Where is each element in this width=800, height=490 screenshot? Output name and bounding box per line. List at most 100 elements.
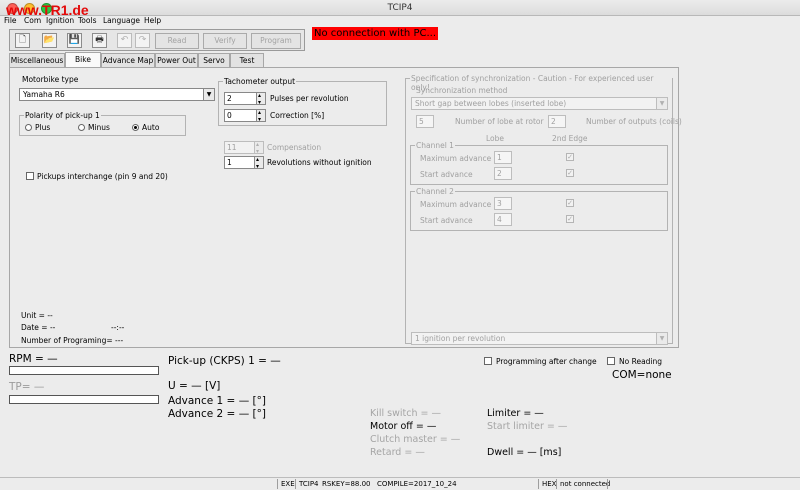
tab-bike[interactable]: Bike: [65, 52, 101, 67]
status-bar: EXE TCIP4 RSKEY=88.00 COMPILE=2017_10_24…: [0, 477, 800, 490]
verify-button[interactable]: Verify: [203, 33, 247, 49]
programming-after-change-checkbox[interactable]: [484, 357, 492, 365]
compensation-label: Compensation: [267, 143, 322, 152]
channel2-group: Channel 2 Maximum advance 3 ✓ Start adva…: [410, 187, 668, 231]
open-folder-icon[interactable]: 📂: [42, 33, 57, 48]
synchronization-group: Specification of synchronization - Cauti…: [405, 74, 682, 345]
save-disk-icon[interactable]: 💾: [67, 33, 82, 48]
menu-tools[interactable]: Tools: [78, 16, 96, 26]
sync-method-value: Short gap between lobes (inserted lobe): [415, 99, 567, 108]
sync-method-select[interactable]: Short gap between lobes (inserted lobe) …: [411, 97, 668, 110]
spinner-arrows-icon[interactable]: [256, 107, 265, 125]
channel2-label: Channel 2: [415, 187, 455, 196]
channel1-max-label: Maximum advance: [420, 154, 492, 163]
no-reading-label: No Reading: [619, 357, 663, 366]
pickups-interchange-checkbox[interactable]: [26, 172, 34, 180]
printer-icon[interactable]: 🖶: [92, 33, 107, 48]
polarity-minus-label: Minus: [88, 123, 110, 132]
lobe-at-rotor-field[interactable]: 5: [416, 115, 434, 128]
time-label: --:--: [111, 323, 125, 332]
ignition-per-revolution-value: 1 ignition per revolution: [415, 334, 506, 343]
polarity-minus-radio[interactable]: [78, 124, 85, 131]
channel1-group: Channel 1 Maximum advance 1 ✓ Start adva…: [410, 141, 668, 185]
channel1-max-2nd-edge-checkbox[interactable]: ✓: [566, 153, 574, 161]
ignition-per-revolution-select[interactable]: 1 ignition per revolution ▼: [411, 332, 668, 345]
menu-help[interactable]: Help: [144, 16, 161, 26]
channel1-label: Channel 1: [415, 141, 455, 150]
revolutions-spinner[interactable]: 1: [224, 154, 264, 172]
new-document-icon[interactable]: 🗋: [15, 33, 30, 48]
polarity-group: Polarity of pick-up 1 Plus Minus Auto: [19, 111, 186, 136]
bike-panel: Motorbike type Yamaha R6 ▼ Polarity of p…: [9, 67, 682, 348]
tab-servo[interactable]: Servo: [198, 53, 230, 67]
status-separator: [295, 479, 296, 489]
status-separator: [538, 479, 539, 489]
menu-bar: File Com Ignition Tools Language Help: [0, 16, 800, 26]
outputs-label: Number of outputs (coils): [586, 117, 682, 126]
chevron-down-icon: ▼: [203, 89, 214, 100]
second-edge-column-header: 2nd Edge: [552, 134, 588, 143]
compensation-spinner[interactable]: 11: [224, 139, 264, 157]
status-separator: [277, 479, 278, 489]
tab-advance-map[interactable]: Advance Map: [101, 53, 155, 67]
chevron-down-icon: ▼: [656, 98, 667, 109]
tab-miscellaneous[interactable]: Miscellaneous: [9, 53, 65, 67]
correction-value: 0: [227, 111, 232, 120]
channel2-start-label: Start advance: [420, 216, 473, 225]
polarity-label: Polarity of pick-up 1: [24, 111, 101, 120]
program-button[interactable]: Program: [251, 33, 301, 49]
polarity-plus-radio[interactable]: [25, 124, 32, 131]
polarity-auto-radio[interactable]: [132, 124, 139, 131]
rpm-readout: RPM = —: [9, 353, 58, 365]
tab-power-out[interactable]: Power Out: [155, 53, 198, 67]
pulses-value: 2: [227, 94, 232, 103]
read-button[interactable]: Read: [155, 33, 199, 49]
channel1-max-field[interactable]: 1: [494, 151, 512, 164]
advance2-readout: Advance 2 = — [°]: [168, 408, 266, 420]
start-limiter-readout: Start limiter = —: [487, 421, 568, 432]
channel2-start-field[interactable]: 4: [494, 213, 512, 226]
spinner-arrows-icon[interactable]: [254, 139, 263, 157]
channel1-start-field[interactable]: 2: [494, 167, 512, 180]
pickups-interchange-label: Pickups interchange (pin 9 and 20): [37, 172, 168, 181]
undo-icon[interactable]: ↶: [117, 33, 132, 48]
com-port-readout: COM=none: [612, 369, 672, 381]
motorbike-type-select[interactable]: Yamaha R6 ▼: [19, 88, 215, 101]
pulses-spinner[interactable]: 2: [224, 90, 266, 108]
channel1-start-2nd-edge-checkbox[interactable]: ✓: [566, 169, 574, 177]
title-bar: TCIP4: [0, 0, 800, 16]
clutch-master-readout: Clutch master = —: [370, 434, 461, 445]
connection-status-banner: No connection with PC...: [312, 27, 438, 40]
lobe-at-rotor-label: Number of lobe at rotor: [455, 117, 544, 126]
menu-ignition[interactable]: Ignition: [46, 16, 74, 26]
programming-after-change-label: Programming after change: [496, 357, 597, 366]
menu-language[interactable]: Language: [103, 16, 140, 26]
motor-off-readout: Motor off = —: [370, 421, 437, 432]
no-reading-checkbox[interactable]: [607, 357, 615, 365]
sync-method-label: Synchronization method: [416, 86, 508, 95]
programming-count-label: Number of Programing= ---: [21, 336, 124, 345]
outputs-field[interactable]: 2: [548, 115, 566, 128]
status-exe: EXE: [281, 480, 295, 488]
redo-icon[interactable]: ↷: [135, 33, 150, 48]
tab-test[interactable]: Test: [230, 53, 264, 67]
status-name: TCIP4: [299, 480, 319, 488]
menu-file[interactable]: File: [4, 16, 17, 26]
unit-label: Unit = --: [21, 311, 53, 320]
window-title: TCIP4: [387, 3, 413, 13]
status-separator: [556, 479, 557, 489]
channel1-start-label: Start advance: [420, 170, 473, 179]
voltage-readout: U = — [V]: [168, 380, 221, 392]
channel2-max-2nd-edge-checkbox[interactable]: ✓: [566, 199, 574, 207]
channel2-max-field[interactable]: 3: [494, 197, 512, 210]
menu-com[interactable]: Com: [24, 16, 41, 26]
dwell-readout: Dwell = — [ms]: [487, 447, 562, 458]
spinner-arrows-icon[interactable]: [256, 90, 265, 108]
compensation-value: 11: [227, 143, 237, 152]
tachometer-label: Tachometer output: [223, 77, 297, 86]
spinner-arrows-icon[interactable]: [254, 154, 263, 172]
channel2-start-2nd-edge-checkbox[interactable]: ✓: [566, 215, 574, 223]
motorbike-type-label: Motorbike type: [22, 75, 79, 84]
correction-spinner[interactable]: 0: [224, 107, 266, 125]
date-label: Date = --: [21, 323, 56, 332]
